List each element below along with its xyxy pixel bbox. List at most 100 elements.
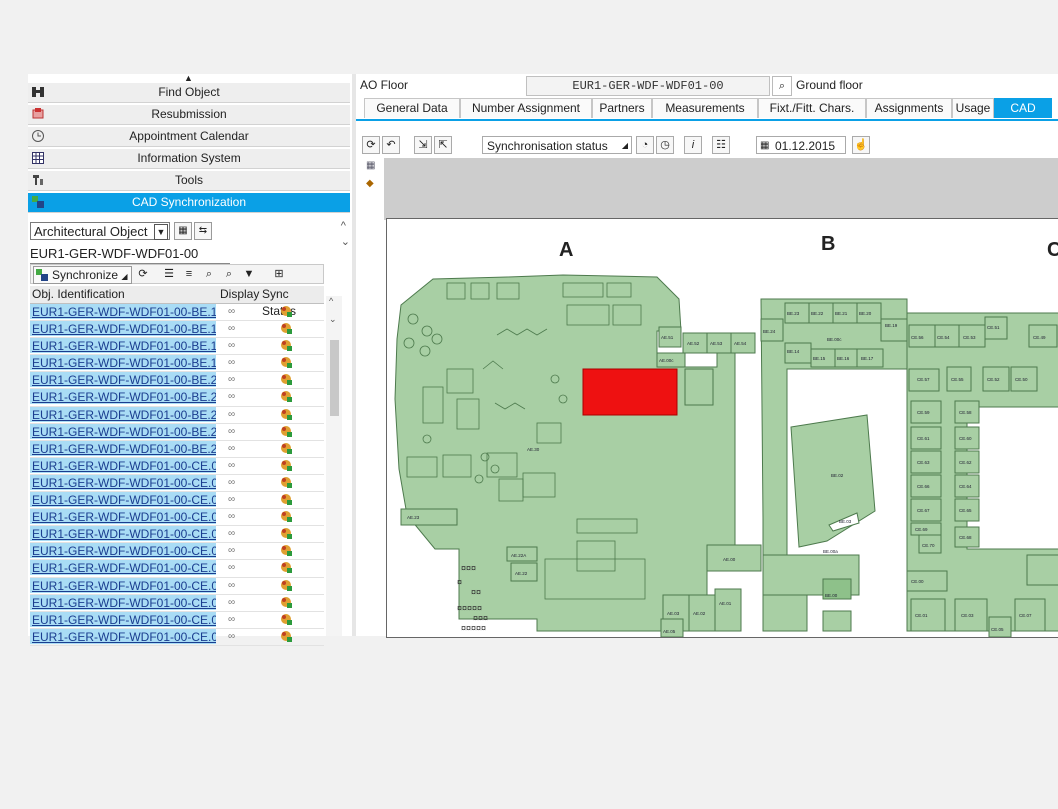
display-glasses-icon[interactable]: ∞: [228, 389, 235, 405]
panel-scroll-arrows[interactable]: ^ ⌄: [341, 218, 350, 250]
tab-partners[interactable]: Partners: [592, 98, 652, 118]
column-header-display[interactable]: Display: [220, 286, 259, 303]
table-row[interactable]: EUR1-GER-WDF-WDF01-00-BE.22 ∞: [30, 406, 324, 424]
refresh-icon[interactable]: ⟳: [362, 136, 380, 154]
find-next-icon[interactable]: ⌕: [221, 266, 237, 282]
table-row[interactable]: EUR1-GER-WDF-WDF01-00-CE.00 ∞: [30, 457, 324, 475]
undo-icon[interactable]: ↶: [382, 136, 400, 154]
sync-status-select[interactable]: Synchronisation status ◢: [482, 136, 632, 154]
tab-fixt-fitt-chars[interactable]: Fixt./Fitt. Chars.: [758, 98, 866, 118]
grid-icon[interactable]: ▦: [366, 160, 375, 171]
display-glasses-icon[interactable]: ∞: [228, 543, 235, 559]
clock-icon[interactable]: ◷: [656, 136, 674, 154]
object-link[interactable]: EUR1-GER-WDF-WDF01-00-CE.04A: [30, 628, 216, 644]
table-row[interactable]: EUR1-GER-WDF-WDF01-00-CE.04A ∞: [30, 628, 324, 646]
room-ae-01[interactable]: [714, 588, 742, 632]
table-row[interactable]: EUR1-GER-WDF-WDF01-00-CE.00E ∞: [30, 543, 324, 561]
object-id-field[interactable]: EUR1-GER-WDF-WDF01-00: [30, 245, 230, 264]
chevron-down-icon[interactable]: ⌄: [341, 234, 350, 250]
tab-number-assignment[interactable]: Number Assignment: [460, 98, 592, 118]
refresh-icon[interactable]: ⟳: [135, 266, 151, 282]
display-glasses-icon[interactable]: ∞: [228, 355, 235, 371]
table-row[interactable]: EUR1-GER-WDF-WDF01-00-BE.20 ∞: [30, 372, 324, 390]
table-row[interactable]: EUR1-GER-WDF-WDF01-00-CE.00B ∞: [30, 492, 324, 510]
table-row[interactable]: EUR1-GER-WDF-WDF01-00-CE.00C ∞: [30, 509, 324, 527]
key-date-field[interactable]: ▦ 01.12.2015: [756, 136, 846, 154]
display-glasses-icon[interactable]: ∞: [228, 304, 235, 320]
nav-item-find-object[interactable]: Find Object: [28, 83, 350, 103]
nav-item-cad-synchronization[interactable]: CAD Synchronization: [28, 193, 350, 213]
table-row[interactable]: EUR1-GER-WDF-WDF01-00-CE.00G ∞: [30, 577, 324, 595]
layout-icon[interactable]: ⊞: [271, 266, 287, 282]
display-glasses-icon[interactable]: ∞: [228, 441, 235, 457]
table-row[interactable]: EUR1-GER-WDF-WDF01-00-CE.01 ∞: [30, 594, 324, 612]
info-icon[interactable]: i: [684, 136, 702, 154]
nav-item-appointment-calendar[interactable]: Appointment Calendar: [28, 127, 350, 147]
object-link[interactable]: EUR1-GER-WDF-WDF01-00-CE.00D: [30, 526, 216, 542]
column-header-id[interactable]: Obj. Identification: [32, 286, 125, 303]
scroll-thumb[interactable]: [330, 340, 339, 416]
room-ae-55[interactable]: [684, 368, 714, 406]
display-glasses-icon[interactable]: ∞: [228, 407, 235, 423]
display-glasses-icon[interactable]: ∞: [228, 560, 235, 576]
tab-cad[interactable]: CAD: [994, 98, 1052, 118]
object-link[interactable]: EUR1-GER-WDF-WDF01-00-CE.00F: [30, 560, 216, 576]
object-link[interactable]: EUR1-GER-WDF-WDF01-00-BE.15: [30, 304, 216, 319]
object-link[interactable]: EUR1-GER-WDF-WDF01-00-BE.16: [30, 321, 216, 337]
chevron-up-icon[interactable]: ^: [341, 218, 350, 234]
display-glasses-icon[interactable]: ∞: [228, 509, 235, 525]
layer-icon[interactable]: ◆: [366, 178, 374, 189]
import-icon[interactable]: ⇱: [434, 136, 452, 154]
binoculars-icon[interactable]: ⌕: [201, 266, 217, 282]
align-center-icon[interactable]: ☰: [161, 266, 177, 282]
object-link[interactable]: EUR1-GER-WDF-WDF01-00-CE.01: [30, 594, 216, 610]
display-glasses-icon[interactable]: ∞: [228, 458, 235, 474]
align-icon[interactable]: ≡: [181, 266, 197, 282]
object-link[interactable]: EUR1-GER-WDF-WDF01-00-BE.24: [30, 440, 216, 456]
nav-item-information-system[interactable]: Information System: [28, 149, 350, 169]
chevron-down-icon[interactable]: ⌄: [329, 314, 337, 325]
object-link[interactable]: EUR1-GER-WDF-WDF01-00-CE.00E: [30, 543, 216, 559]
legend-icon[interactable]: ◔: [636, 136, 654, 154]
object-link[interactable]: EUR1-GER-WDF-WDF01-00-BE.17: [30, 338, 216, 354]
room-highlighted[interactable]: [582, 368, 678, 416]
table-row[interactable]: EUR1-GER-WDF-WDF01-00-CE.03 ∞: [30, 611, 324, 629]
tab-general-data[interactable]: General Data: [364, 98, 460, 118]
cad-drawing[interactable]: A B C: [386, 218, 1058, 638]
table-row[interactable]: EUR1-GER-WDF-WDF01-00-CE.00D ∞: [30, 526, 324, 544]
object-link[interactable]: EUR1-GER-WDF-WDF01-00-BE.22: [30, 406, 216, 422]
table-row[interactable]: EUR1-GER-WDF-WDF01-00-BE.15 ∞: [30, 304, 324, 322]
display-glasses-icon[interactable]: ∞: [228, 321, 235, 337]
display-glasses-icon[interactable]: ∞: [228, 475, 235, 491]
display-glasses-icon[interactable]: ∞: [228, 629, 235, 645]
table-row[interactable]: EUR1-GER-WDF-WDF01-00-BE.19 ∞: [30, 355, 324, 373]
display-glasses-icon[interactable]: ∞: [228, 612, 235, 628]
display-glasses-icon[interactable]: ∞: [228, 526, 235, 542]
nav-item-resubmission[interactable]: Resubmission: [28, 105, 350, 125]
object-link[interactable]: EUR1-GER-WDF-WDF01-00-BE.19: [30, 355, 216, 371]
object-link[interactable]: EUR1-GER-WDF-WDF01-00-CE.03: [30, 611, 216, 627]
table-row[interactable]: EUR1-GER-WDF-WDF01-00-BE.24 ∞: [30, 440, 324, 458]
table-scrollbar[interactable]: ^ ⌄: [326, 296, 342, 636]
table-row[interactable]: EUR1-GER-WDF-WDF01-00-CE.00F ∞: [30, 560, 324, 578]
object-link[interactable]: EUR1-GER-WDF-WDF01-00-CE.00: [30, 457, 216, 473]
nav-item-tools[interactable]: Tools: [28, 171, 350, 191]
display-object-button[interactable]: ▦: [174, 222, 192, 240]
hand-icon[interactable]: ☝: [852, 136, 870, 154]
display-glasses-icon[interactable]: ∞: [228, 492, 235, 508]
object-link[interactable]: EUR1-GER-WDF-WDF01-00-CE.00C: [30, 509, 216, 525]
chevron-down-icon[interactable]: ▼: [154, 224, 168, 240]
room-ae-05[interactable]: [660, 618, 684, 637]
tab-assignments[interactable]: Assignments: [866, 98, 952, 118]
list-icon[interactable]: ☷: [712, 136, 730, 154]
display-glasses-icon[interactable]: ∞: [228, 338, 235, 354]
ao-floor-field[interactable]: EUR1-GER-WDF-WDF01-00: [526, 76, 770, 96]
table-row[interactable]: EUR1-GER-WDF-WDF01-00-CE.00A ∞: [30, 474, 324, 493]
object-link[interactable]: EUR1-GER-WDF-WDF01-00-CE.00B: [30, 492, 216, 508]
display-glasses-icon[interactable]: ∞: [228, 424, 235, 440]
room-ce-00e[interactable]: [1026, 554, 1058, 586]
table-row[interactable]: EUR1-GER-WDF-WDF01-00-BE.23 ∞: [30, 423, 324, 441]
filter-icon[interactable]: ▼: [241, 266, 257, 282]
display-icon[interactable]: ⌕: [772, 76, 792, 96]
object-type-select[interactable]: Architectural Object ▼: [30, 222, 170, 240]
